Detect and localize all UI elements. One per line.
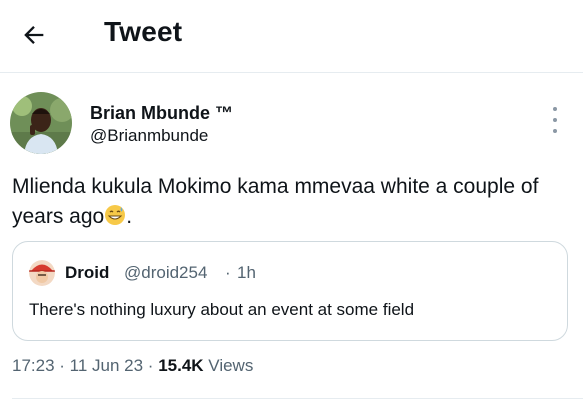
tweet-body: Mlienda kukula Mokimo kama mmevaa white … (12, 175, 539, 228)
author-name[interactable]: Brian Mbunde ™ (90, 103, 233, 124)
arrow-left-icon (24, 26, 44, 44)
tweet-meta: 17:23 · 11 Jun 23 · 15.4K Views (12, 356, 254, 375)
tweet-time[interactable]: 17:23 (12, 356, 55, 375)
more-options-button[interactable] (545, 107, 565, 133)
header-divider (0, 72, 583, 73)
views-label: Views (203, 356, 254, 375)
meta-divider (12, 398, 583, 399)
page-title: Tweet (104, 16, 183, 47)
author-handle[interactable]: @Brianmbunde (90, 126, 208, 146)
tweet-text: Mlienda kukula Mokimo kama mmevaa white … (12, 172, 578, 232)
quoted-author-handle[interactable]: @droid254 (124, 263, 207, 283)
quoted-time[interactable]: 1h (237, 263, 256, 283)
grinning-sweat-emoji-icon (105, 205, 126, 225)
quoted-author-avatar[interactable] (29, 260, 55, 286)
tweet-date[interactable]: 11 Jun 23 (70, 356, 143, 375)
top-bar: Tweet (0, 0, 583, 72)
author-avatar[interactable] (10, 92, 72, 154)
tweet-suffix: . (126, 205, 133, 228)
quoted-text: There's nothing luxury about an event at… (29, 300, 415, 319)
back-button[interactable] (18, 19, 50, 51)
quoted-separator: · (225, 263, 231, 282)
more-vertical-icon (553, 107, 557, 111)
quoted-tweet-card[interactable]: Droid @droid254 · 1h There's nothing lux… (12, 241, 568, 341)
quoted-author-name[interactable]: Droid (65, 263, 109, 283)
views-count[interactable]: 15.4K (158, 356, 203, 375)
